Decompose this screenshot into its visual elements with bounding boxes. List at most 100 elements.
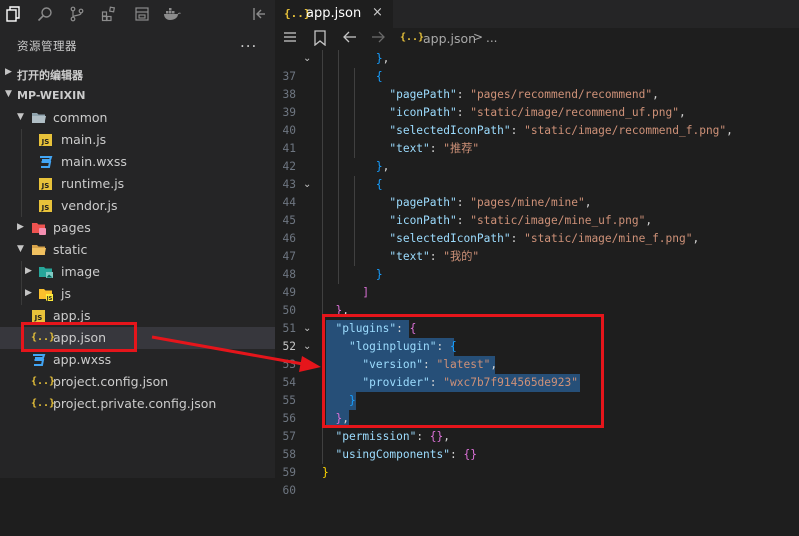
tree-item-label: app.wxss	[53, 352, 112, 367]
svg-text:JS: JS	[34, 314, 43, 322]
code-line: 46 "iconPath": "static/image/mine_uf.png…	[275, 212, 799, 245]
tree-item-label: runtime.js	[61, 176, 125, 191]
svg-text:JS: JS	[41, 204, 50, 212]
breadcrumb-file[interactable]: app.json	[423, 31, 476, 46]
code-line: 45 "pagePath": "pages/mine/mine",	[275, 194, 799, 227]
json-file-icon: {..}	[400, 32, 425, 43]
tree-item-label: app.js	[53, 308, 91, 323]
js-folder-icon: JS	[38, 286, 54, 302]
database-icon[interactable]	[132, 4, 152, 24]
svg-text:JS: JS	[41, 182, 50, 190]
line-number: 60	[282, 484, 296, 497]
tab-bar: {..} app.json ×	[275, 0, 799, 28]
chevron-right-icon: ▶	[25, 288, 32, 298]
tree-item-project-private-config[interactable]: {..} project.private.config.json	[0, 393, 275, 415]
svg-text:JS: JS	[41, 138, 50, 146]
tree-item-project-config[interactable]: {..} project.config.json	[0, 371, 275, 393]
back-arrow-icon[interactable]	[342, 30, 358, 48]
code-line: 40 "iconPath": "static/image/recommend_u…	[275, 104, 799, 137]
pages-folder-icon	[31, 220, 47, 236]
code-line: 41 "selectedIconPath": "static/image/rec…	[275, 122, 799, 155]
json-file-icon: {..}	[31, 398, 56, 409]
tree-item-label: js	[61, 286, 71, 301]
code-line: 39 "pagePath": "pages/recommend/recommen…	[275, 86, 799, 119]
search-icon[interactable]	[35, 4, 55, 24]
annotation-box-app-json	[21, 322, 137, 352]
annotation-box-plugins	[322, 314, 604, 428]
tree-item-label: common	[53, 110, 108, 125]
project-section[interactable]: ▼ MP-WEIXIN	[0, 85, 275, 107]
tree-item-main-js[interactable]: JS main.js	[0, 129, 275, 151]
tree-item-runtime-js[interactable]: JS runtime.js	[0, 173, 275, 195]
tree-item-label: pages	[53, 220, 91, 235]
code-line: 47 "selectedIconPath": "static/image/min…	[275, 230, 799, 263]
tree-item-label: main.js	[61, 132, 107, 147]
forward-arrow-icon[interactable]	[370, 30, 386, 48]
chevron-down-icon: ▼	[17, 244, 24, 254]
explorer-sidebar: 资源管理器 ... ▶ 打开的编辑器 ▼ MP-WEIXIN ▼ common …	[0, 28, 275, 478]
bookmark-icon[interactable]	[313, 30, 327, 50]
chevron-right-icon: ▶	[25, 266, 32, 276]
chevron-right-icon: ▶	[17, 222, 24, 232]
tree-item-label: main.wxss	[61, 154, 127, 169]
tree-item-label: project.config.json	[53, 374, 169, 389]
open-editors-section[interactable]: ▶ 打开的编辑器	[0, 63, 275, 85]
css-file-icon	[38, 154, 54, 170]
folder-open-icon	[31, 242, 47, 258]
close-icon[interactable]: ×	[372, 5, 383, 20]
extensions-icon[interactable]	[99, 4, 119, 24]
tree-item-static[interactable]: ▼ static	[0, 239, 275, 261]
tree-item-pages[interactable]: ▶ pages	[0, 217, 275, 239]
outline-list-icon[interactable]	[283, 30, 297, 48]
code-line: 37 ⌄ },	[275, 50, 799, 83]
open-editors-label: 打开的编辑器	[17, 69, 83, 82]
more-actions-button[interactable]: ...	[240, 33, 257, 51]
breadcrumb-more[interactable]: ...	[486, 31, 497, 45]
js-file-icon: JS	[38, 132, 54, 148]
tree-item-label: image	[61, 264, 100, 279]
fold-chevron-icon[interactable]: ⌄	[303, 176, 311, 194]
code-line: 38 {	[275, 68, 799, 101]
explorer-title: 资源管理器	[17, 39, 77, 53]
code-line: 43 },	[275, 158, 799, 191]
chevron-down-icon: ▼	[17, 112, 24, 122]
tab-app-json[interactable]: {..} app.json ×	[275, 0, 393, 28]
tree-item-app-wxss[interactable]: app.wxss	[0, 349, 275, 371]
code-line: 48 "text": "我的"	[275, 248, 799, 281]
activity-bar	[0, 0, 275, 28]
fold-chevron-icon[interactable]: ⌄	[303, 338, 311, 356]
css-file-icon	[31, 352, 47, 368]
explorer-icon[interactable]	[3, 4, 23, 24]
project-label: MP-WEIXIN	[17, 89, 86, 102]
tree-item-label: vendor.js	[61, 198, 118, 213]
tree-item-js[interactable]: ▶ JS js	[0, 283, 275, 305]
json-file-icon: {..}	[31, 376, 56, 387]
fold-chevron-icon[interactable]: ⌄	[303, 50, 311, 68]
tree-item-label: project.private.config.json	[53, 396, 217, 411]
svg-text:JS: JS	[46, 296, 53, 302]
code-line: 58 "permission": {},	[275, 428, 799, 461]
code-line: 60 }	[275, 464, 799, 497]
tree-item-vendor-js[interactable]: JS vendor.js	[0, 195, 275, 217]
code-line: 42 "text": "推荐"	[275, 140, 799, 173]
chevron-right-icon: ▶	[5, 67, 12, 77]
source-control-icon[interactable]	[67, 4, 87, 24]
breadcrumb-bar: {..} app.json > ...	[275, 28, 799, 50]
code-line: 50 ]	[275, 284, 799, 317]
code-line: 44 ⌄ {	[275, 176, 799, 209]
tree-item-main-wxss[interactable]: main.wxss	[0, 151, 275, 173]
docker-icon[interactable]	[162, 4, 182, 24]
image-folder-icon	[38, 264, 54, 280]
collapse-panel-icon[interactable]	[249, 4, 269, 24]
folder-open-icon	[31, 110, 47, 126]
tree-item-image[interactable]: ▶ image	[0, 261, 275, 283]
chevron-down-icon: ▼	[5, 89, 12, 99]
breadcrumb-separator: >	[473, 30, 484, 44]
js-file-icon: JS	[38, 198, 54, 214]
tree-item-common[interactable]: ▼ common	[0, 107, 275, 129]
tree-item-label: static	[53, 242, 88, 257]
fold-chevron-icon[interactable]: ⌄	[303, 320, 311, 338]
code-line: 49 }	[275, 266, 799, 299]
code-line: 59 "usingComponents": {}	[275, 446, 799, 479]
js-file-icon: JS	[38, 176, 54, 192]
